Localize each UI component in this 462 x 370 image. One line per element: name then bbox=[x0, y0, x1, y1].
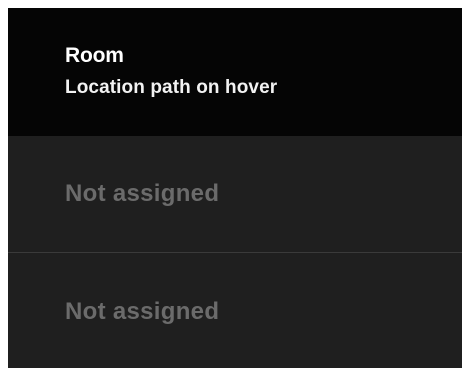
room-column: Room Location path on hover Not assigned… bbox=[8, 8, 462, 368]
column-header[interactable]: Room Location path on hover bbox=[8, 8, 462, 136]
column-title: Room bbox=[65, 44, 124, 67]
room-cell: Not assigned bbox=[65, 297, 220, 325]
column-subtitle: Location path on hover bbox=[65, 77, 278, 98]
table-row[interactable]: Not assigned bbox=[8, 253, 462, 370]
room-cell: Not assigned bbox=[65, 180, 220, 207]
table-row[interactable]: Not assigned bbox=[8, 136, 462, 253]
